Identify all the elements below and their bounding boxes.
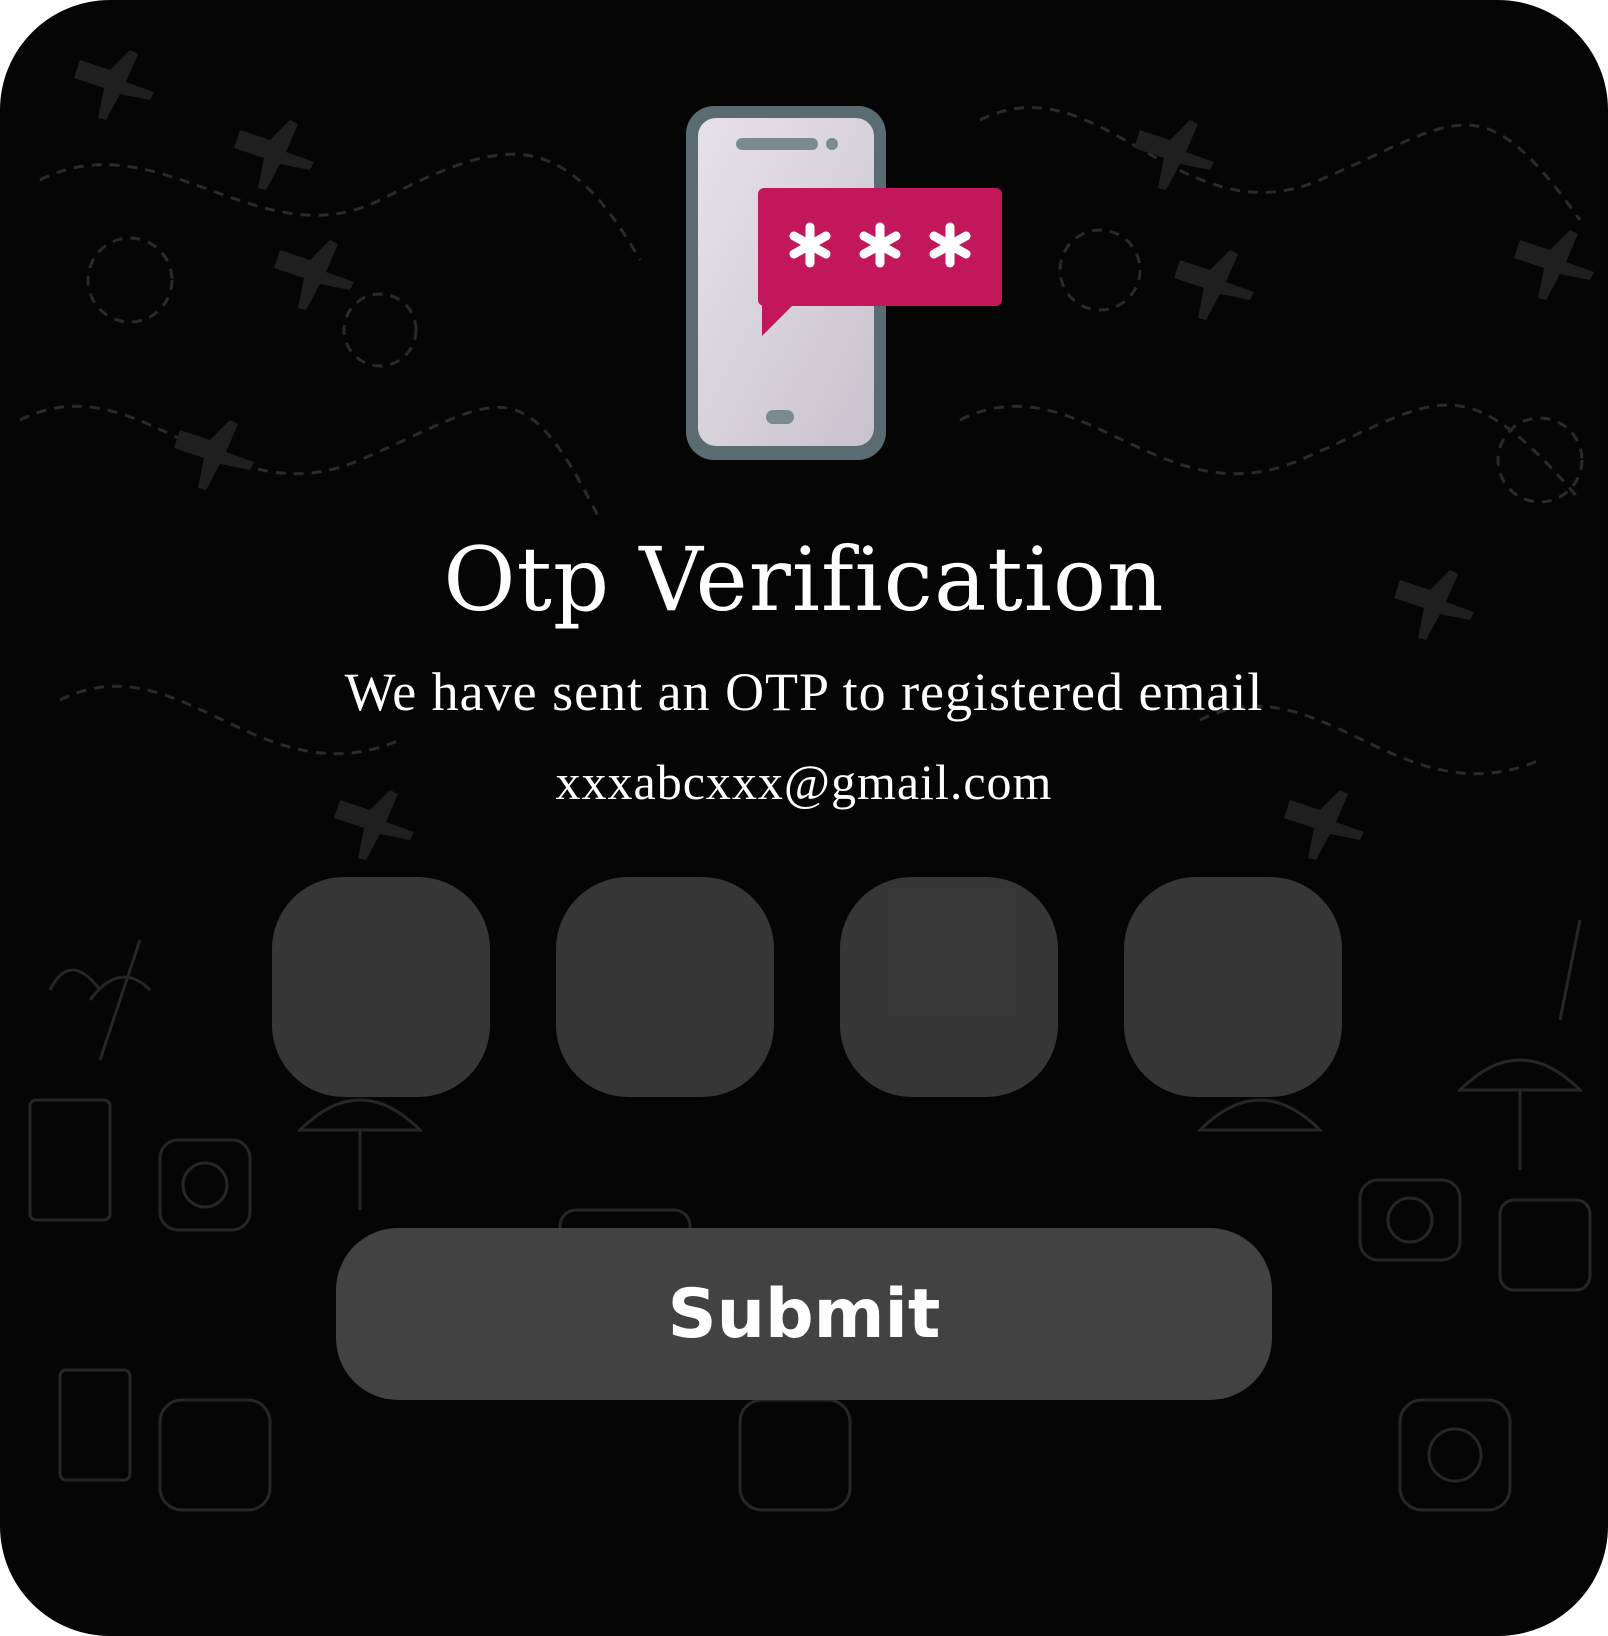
- submit-button[interactable]: Submit: [336, 1228, 1272, 1400]
- page-title: Otp Verification: [443, 528, 1165, 631]
- phone-otp-message-icon: [686, 106, 1002, 460]
- otp-digit-4-input[interactable]: [1124, 877, 1342, 1097]
- otp-card: Otp Verification We have sent an OTP to …: [0, 0, 1608, 1636]
- registered-email: xxxabcxxx@gmail.com: [555, 754, 1053, 810]
- otp-digit-3-input[interactable]: [840, 877, 1058, 1097]
- otp-input-group: [272, 877, 1344, 1097]
- otp-digit-2-input[interactable]: [556, 877, 774, 1097]
- otp-sent-message: We have sent an OTP to registered email: [344, 662, 1264, 722]
- otp-digit-1-input[interactable]: [272, 877, 490, 1097]
